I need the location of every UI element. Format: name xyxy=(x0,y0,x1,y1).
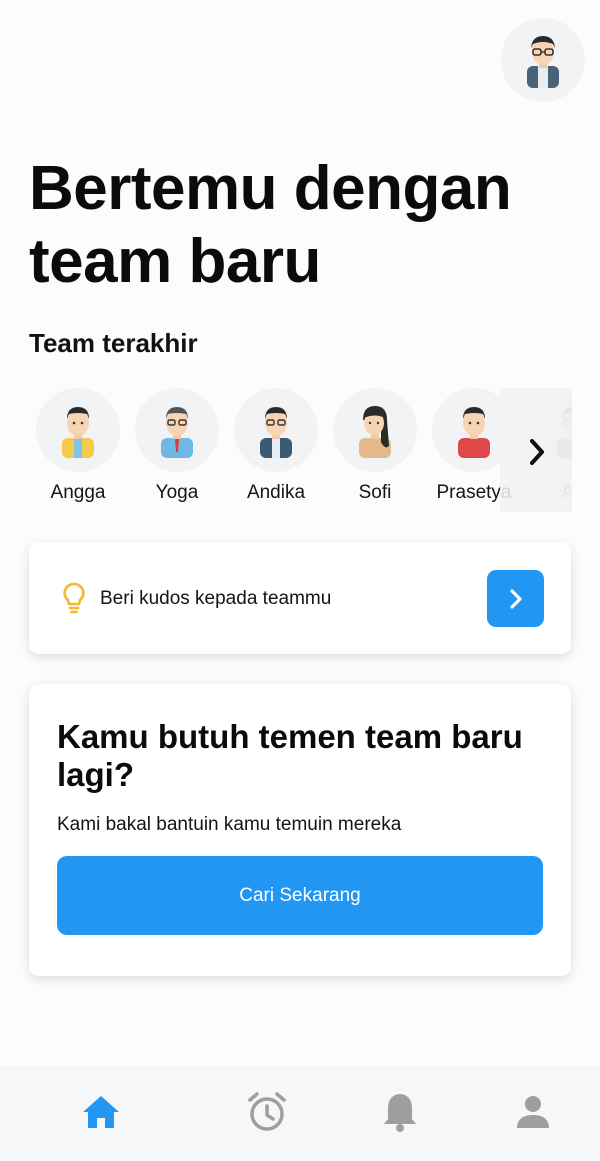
avatar xyxy=(333,388,417,472)
team-member-yoga[interactable]: Yoga xyxy=(127,388,227,504)
team-member-name: Sofi xyxy=(358,482,392,503)
bottom-navigation xyxy=(0,1066,600,1161)
avatar-andika-icon xyxy=(260,407,292,458)
team-member-angga[interactable]: Angga xyxy=(28,388,128,504)
recent-team-title: Team terakhir xyxy=(29,328,198,358)
nav-alarm[interactable] xyxy=(245,1090,289,1134)
team-member-sofi[interactable]: Sofi xyxy=(325,388,425,504)
person-icon xyxy=(517,1096,549,1128)
avatar xyxy=(36,388,120,472)
bell-icon xyxy=(384,1094,416,1132)
team-member-name: Angga xyxy=(50,482,106,503)
avatar xyxy=(135,388,219,472)
page-title-line-2: team baru xyxy=(29,227,321,296)
find-team-subtitle: Kami bakal bantuin kamu temuin mereka xyxy=(57,814,402,835)
nav-notifications[interactable] xyxy=(378,1090,422,1134)
avatar-icon xyxy=(527,36,559,88)
nav-home[interactable] xyxy=(79,1090,123,1134)
home-icon xyxy=(83,1096,119,1128)
kudos-go-button[interactable] xyxy=(487,570,544,627)
scroll-right-button[interactable] xyxy=(522,434,552,470)
search-now-button[interactable]: Cari Sekarang xyxy=(57,856,543,935)
avatar xyxy=(234,388,318,472)
chevron-right-icon xyxy=(509,588,522,609)
page-title: Bertemu dengan team baru xyxy=(29,152,569,298)
chevron-right-icon xyxy=(530,439,544,465)
lightbulb-icon xyxy=(62,582,86,619)
kudos-text: Beri kudos kepada teammu xyxy=(100,588,332,609)
avatar-yoga-icon xyxy=(161,407,193,458)
team-member-name: Yoga xyxy=(155,482,199,503)
alarm-icon xyxy=(248,1092,286,1131)
team-member-andika[interactable]: Andika xyxy=(226,388,326,504)
team-member-name: Andika xyxy=(246,482,306,503)
page-title-line-1: Bertemu dengan xyxy=(29,154,512,223)
avatar-sofi-icon xyxy=(359,406,391,458)
recent-team-list[interactable]: Angga Yoga Andika Sofi Prasetya xyxy=(0,388,572,512)
avatar-angga-icon xyxy=(62,407,94,458)
kudos-card[interactable]: Beri kudos kepada teammu xyxy=(29,542,571,654)
profile-avatar-button[interactable] xyxy=(501,18,585,102)
avatar-prasetya-icon xyxy=(458,407,490,458)
find-team-card: Kamu butuh temen team baru lagi? Kami ba… xyxy=(29,684,571,976)
find-team-title: Kamu butuh temen team baru lagi? xyxy=(57,718,523,793)
nav-profile[interactable] xyxy=(511,1090,555,1134)
